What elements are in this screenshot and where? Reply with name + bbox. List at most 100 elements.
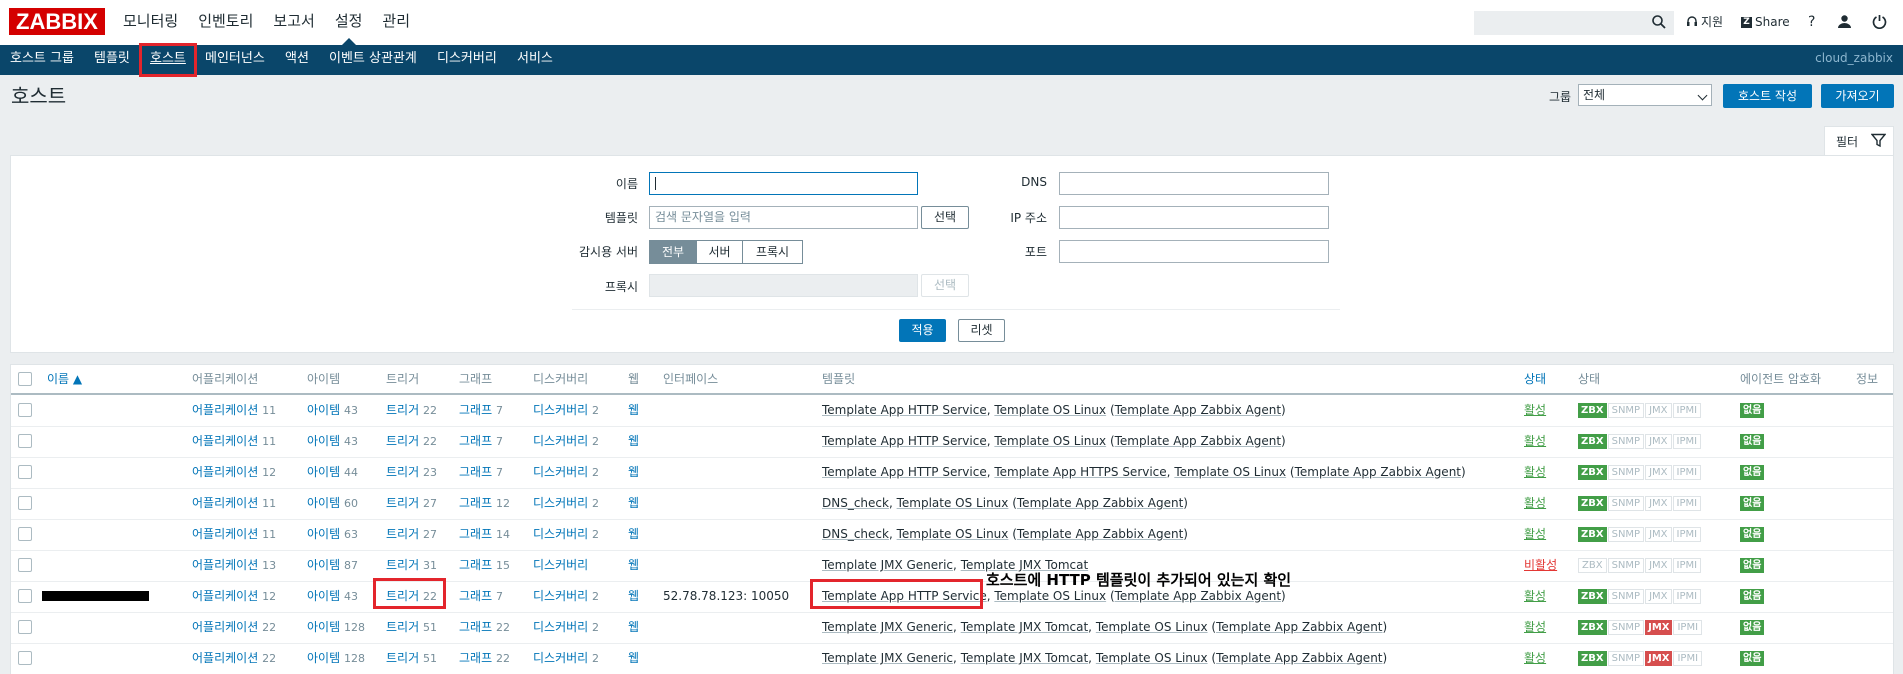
applications-link[interactable]: 어플리케이션 22 bbox=[192, 643, 276, 674]
graphs-link[interactable]: 그래프 22 bbox=[459, 643, 510, 674]
row-checkbox[interactable] bbox=[18, 589, 32, 603]
monitored-by-proxy[interactable]: 프록시 bbox=[742, 240, 803, 264]
sign-out-icon[interactable] bbox=[1872, 14, 1887, 29]
template-link[interactable]: DNS_check bbox=[822, 496, 889, 510]
template-link[interactable]: Template OS Linux bbox=[1174, 465, 1286, 479]
discovery-link[interactable]: 디스커버리 2 bbox=[533, 395, 599, 426]
group-select[interactable]: 전체 bbox=[1578, 84, 1712, 106]
status-toggle[interactable]: 활성 bbox=[1524, 581, 1546, 611]
template-link[interactable]: Template JMX Tomcat bbox=[961, 651, 1088, 665]
discovery-link[interactable]: 디스커버리 2 bbox=[533, 612, 599, 643]
graphs-link[interactable]: 그래프 12 bbox=[459, 488, 510, 519]
support-link[interactable]: 지원 bbox=[1686, 0, 1723, 44]
template-link[interactable]: Template App Zabbix Agent bbox=[1115, 434, 1281, 448]
ip-input[interactable] bbox=[1059, 206, 1329, 229]
applications-link[interactable]: 어플리케이션 22 bbox=[192, 612, 276, 643]
template-link[interactable]: Template App Zabbix Agent bbox=[1017, 527, 1183, 541]
discovery-link[interactable]: 디스커버리 2 bbox=[533, 488, 599, 519]
reset-button[interactable]: 리셋 bbox=[958, 319, 1005, 342]
discovery-link[interactable]: 디스커버리 2 bbox=[533, 519, 599, 550]
template-link[interactable]: Template App Zabbix Agent bbox=[1115, 589, 1281, 603]
template-input[interactable]: 검색 문자열을 입력 bbox=[649, 206, 918, 229]
template-link[interactable]: Template App Zabbix Agent bbox=[1216, 620, 1382, 634]
items-link[interactable]: 아이템 43 bbox=[307, 426, 358, 457]
template-link[interactable]: Template JMX Generic bbox=[822, 620, 953, 634]
web-link[interactable]: 웹 bbox=[628, 488, 639, 518]
web-link[interactable]: 웹 bbox=[628, 550, 639, 580]
row-checkbox[interactable] bbox=[18, 651, 32, 665]
applications-link[interactable]: 어플리케이션 11 bbox=[192, 426, 276, 457]
template-link[interactable]: Template App Zabbix Agent bbox=[1115, 403, 1281, 417]
graphs-link[interactable]: 그래프 15 bbox=[459, 550, 510, 581]
search-icon[interactable] bbox=[1651, 14, 1667, 30]
sub-nav-templates[interactable]: 템플릿 bbox=[94, 45, 130, 72]
discovery-link[interactable]: 디스커버리 2 bbox=[533, 581, 599, 612]
row-checkbox[interactable] bbox=[18, 403, 32, 417]
zabbix-logo[interactable]: ZABBIX bbox=[9, 8, 105, 35]
main-nav-monitoring[interactable]: 모니터링 bbox=[113, 0, 188, 45]
graphs-link[interactable]: 그래프 7 bbox=[459, 581, 503, 612]
row-checkbox[interactable] bbox=[18, 527, 32, 541]
template-link[interactable]: Template OS Linux bbox=[897, 527, 1009, 541]
graphs-link[interactable]: 그래프 7 bbox=[459, 395, 503, 426]
template-link[interactable]: Template OS Linux bbox=[994, 403, 1106, 417]
items-link[interactable]: 아이템 43 bbox=[307, 581, 358, 612]
template-link[interactable]: Template App Zabbix Agent bbox=[1216, 651, 1382, 665]
applications-link[interactable]: 어플리케이션 12 bbox=[192, 581, 276, 612]
sub-nav-maintenance[interactable]: 메인터넌스 bbox=[205, 45, 265, 72]
applications-link[interactable]: 어플리케이션 11 bbox=[192, 395, 276, 426]
col-status[interactable]: 상태 bbox=[1524, 365, 1546, 393]
status-toggle[interactable]: 활성 bbox=[1524, 488, 1546, 518]
port-input[interactable] bbox=[1059, 240, 1329, 263]
graphs-link[interactable]: 그래프 7 bbox=[459, 426, 503, 457]
triggers-link[interactable]: 트리거 22 bbox=[386, 395, 437, 426]
web-link[interactable]: 웹 bbox=[628, 457, 639, 487]
triggers-link[interactable]: 트리거 27 bbox=[386, 488, 437, 519]
items-link[interactable]: 아이템 63 bbox=[307, 519, 358, 550]
user-profile-icon[interactable] bbox=[1837, 14, 1852, 29]
status-toggle[interactable]: 활성 bbox=[1524, 612, 1546, 642]
template-link[interactable]: DNS_check bbox=[822, 527, 889, 541]
row-checkbox[interactable] bbox=[18, 496, 32, 510]
web-link[interactable]: 웹 bbox=[628, 581, 639, 611]
template-link[interactable]: Template App Zabbix Agent bbox=[1295, 465, 1461, 479]
sub-nav-discovery[interactable]: 디스커버리 bbox=[437, 45, 497, 72]
template-link[interactable]: Template OS Linux bbox=[994, 434, 1106, 448]
discovery-link[interactable]: 디스커버리 bbox=[533, 550, 588, 581]
template-link[interactable]: Template App HTTPS Service bbox=[994, 465, 1166, 479]
sub-nav-actions[interactable]: 액션 bbox=[285, 45, 309, 72]
items-link[interactable]: 아이템 44 bbox=[307, 457, 358, 488]
help-link[interactable]: ? bbox=[1808, 0, 1815, 44]
sub-nav-host-groups[interactable]: 호스트 그룹 bbox=[10, 45, 74, 72]
graphs-link[interactable]: 그래프 7 bbox=[459, 457, 503, 488]
col-name[interactable]: 이름 ▲ bbox=[47, 365, 82, 393]
main-nav-inventory[interactable]: 인벤토리 bbox=[188, 0, 263, 45]
web-link[interactable]: 웹 bbox=[628, 519, 639, 549]
template-link[interactable]: Template App Zabbix Agent bbox=[1017, 496, 1183, 510]
template-link[interactable]: Template OS Linux bbox=[994, 589, 1106, 603]
items-link[interactable]: 아이템 128 bbox=[307, 612, 365, 643]
main-nav-configuration[interactable]: 설정 bbox=[325, 0, 373, 45]
template-link[interactable]: Template OS Linux bbox=[1096, 651, 1208, 665]
triggers-link[interactable]: 트리거 27 bbox=[386, 519, 437, 550]
discovery-link[interactable]: 디스커버리 2 bbox=[533, 643, 599, 674]
monitored-by-any[interactable]: 전부 bbox=[649, 240, 697, 264]
status-toggle[interactable]: 활성 bbox=[1524, 519, 1546, 549]
triggers-link[interactable]: 트리거 23 bbox=[386, 457, 437, 488]
filter-tab[interactable]: 필터 bbox=[1824, 126, 1894, 156]
status-toggle[interactable]: 비활성 bbox=[1524, 550, 1557, 580]
template-link[interactable]: Template App HTTP Service bbox=[822, 465, 987, 479]
create-host-button[interactable]: 호스트 작성 bbox=[1723, 84, 1812, 108]
triggers-link[interactable]: 트리거 51 bbox=[386, 612, 437, 643]
template-link[interactable]: Template App HTTP Service bbox=[822, 434, 987, 448]
graphs-link[interactable]: 그래프 14 bbox=[459, 519, 510, 550]
row-checkbox[interactable] bbox=[18, 434, 32, 448]
status-toggle[interactable]: 활성 bbox=[1524, 395, 1546, 425]
template-link[interactable]: Template OS Linux bbox=[1096, 620, 1208, 634]
discovery-link[interactable]: 디스커버리 2 bbox=[533, 457, 599, 488]
share-link[interactable]: Z Share bbox=[1741, 0, 1790, 44]
triggers-link[interactable]: 트리거 31 bbox=[386, 550, 437, 581]
triggers-link[interactable]: 트리거 51 bbox=[386, 643, 437, 674]
row-checkbox[interactable] bbox=[18, 558, 32, 572]
main-nav-reports[interactable]: 보고서 bbox=[263, 0, 324, 45]
